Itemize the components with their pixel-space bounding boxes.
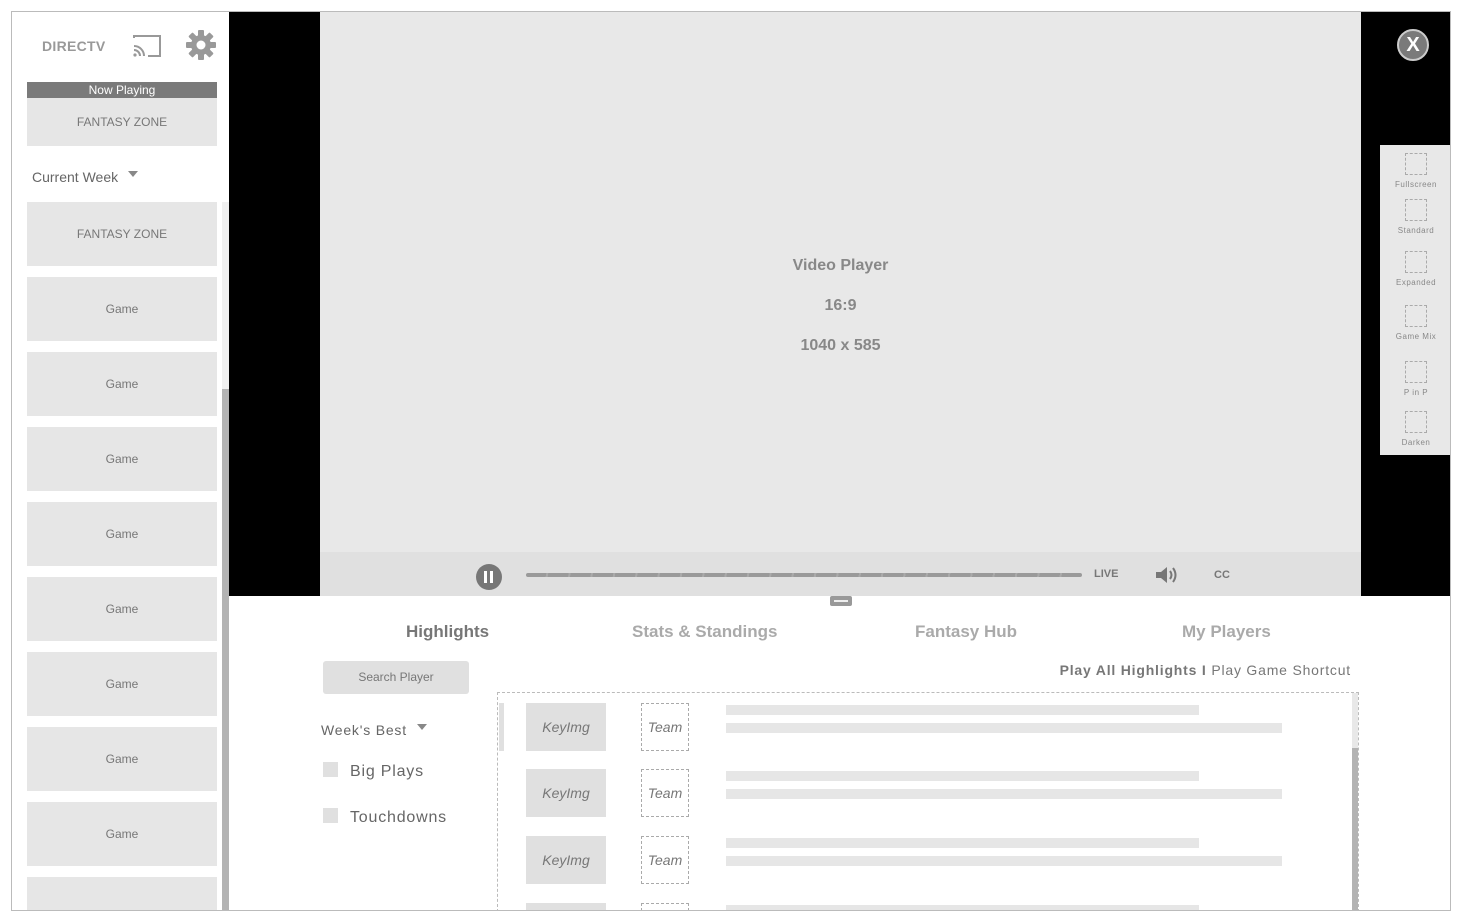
key-image: KeyImg [526, 769, 606, 817]
mode-standard[interactable]: Standard [1380, 199, 1450, 235]
text-placeholder [726, 705, 1199, 715]
weeks-best-label: Week's Best [321, 722, 407, 738]
gear-icon[interactable] [185, 29, 217, 61]
tab-highlights[interactable]: Highlights [406, 622, 489, 642]
play-all-highlights-link[interactable]: Play All Highlights [1060, 662, 1198, 678]
filter-big-plays[interactable]: Big Plays [323, 762, 424, 781]
live-button[interactable]: LIVE [1094, 568, 1118, 580]
text-placeholder [726, 905, 1199, 910]
list-item[interactable]: KeyImg Team [498, 836, 1348, 886]
mode-label: Darken [1401, 438, 1431, 447]
sidebar-scroll-thumb[interactable] [222, 389, 229, 910]
team-logo: Team [641, 703, 689, 751]
text-placeholder [726, 723, 1282, 733]
link-separator: I [1201, 662, 1207, 678]
view-mode-rail: Fullscreen Standard Expanded Game Mix P … [1380, 145, 1450, 455]
chevron-down-icon [128, 171, 139, 178]
results-scrollbar[interactable] [1352, 693, 1358, 910]
mode-label: Standard [1397, 226, 1435, 235]
app-frame: DIRECTV Now Playing FANTASY ZONE Current… [11, 11, 1451, 911]
brand-logo: DIRECTV [42, 38, 106, 54]
fullscreen-icon [1405, 153, 1427, 175]
checkbox[interactable] [323, 808, 338, 824]
mode-label: P in P [1403, 388, 1429, 397]
play-game-shortcut-link[interactable]: Play Game Shortcut [1211, 662, 1351, 678]
checkbox-label: Touchdowns [350, 809, 447, 826]
game-tile[interactable]: Game [27, 502, 217, 566]
text-placeholder [726, 838, 1199, 848]
game-tile[interactable]: Game [27, 352, 217, 416]
key-image: KeyImg [526, 836, 606, 884]
sidebar: DIRECTV Now Playing FANTASY ZONE Current… [12, 12, 229, 910]
darken-icon [1405, 411, 1427, 433]
mode-pip[interactable]: P in P [1380, 361, 1450, 397]
team-logo [641, 903, 689, 910]
mode-label: Game Mix [1395, 332, 1437, 341]
mode-label: Fullscreen [1395, 180, 1437, 189]
video-title: Video Player [792, 257, 889, 274]
video-size: 1040 x 585 [800, 337, 881, 354]
cast-icon[interactable] [132, 34, 162, 58]
game-tile[interactable]: FANTASY ZONE [27, 202, 217, 266]
game-tile[interactable]: Game [27, 577, 217, 641]
game-tile[interactable]: Game [27, 652, 217, 716]
week-selector[interactable]: Current Week [32, 169, 139, 185]
text-placeholder [726, 789, 1282, 799]
game-list: FANTASY ZONE Game Game Game Game Game Ga… [27, 202, 217, 910]
highlight-results: KeyImg Team KeyImg Team KeyImg Team [497, 692, 1359, 910]
mode-expanded[interactable]: Expanded [1380, 251, 1450, 287]
checkbox[interactable] [323, 762, 338, 778]
game-tile[interactable]: Game [27, 727, 217, 791]
key-image [526, 903, 606, 910]
text-placeholder [726, 856, 1282, 866]
now-playing-tile[interactable]: FANTASY ZONE [27, 98, 217, 146]
chevron-down-icon [416, 724, 427, 731]
checkbox-label: Big Plays [350, 763, 424, 780]
volume-icon[interactable] [1154, 564, 1178, 586]
list-item[interactable]: KeyImg Team [498, 703, 1348, 753]
expanded-icon [1405, 251, 1427, 273]
now-playing-label: Now Playing [27, 82, 217, 98]
list-item[interactable]: KeyImg Team [498, 769, 1348, 819]
game-mix-icon [1405, 305, 1427, 327]
closed-caption-button[interactable]: CC [1214, 569, 1230, 581]
weeks-best-dropdown[interactable]: Week's Best [321, 722, 427, 738]
game-tile[interactable]: Game [27, 427, 217, 491]
search-player-button[interactable]: Search Player [323, 661, 469, 694]
pause-button[interactable] [476, 564, 502, 590]
progress-bar[interactable] [526, 573, 1082, 577]
game-tile[interactable]: Game [27, 802, 217, 866]
sidebar-scrollbar[interactable] [222, 202, 229, 910]
video-player[interactable]: Video Player 16:9 1040 x 585 LIVE CC [320, 12, 1361, 596]
game-tile[interactable]: Game [27, 277, 217, 341]
standard-icon [1405, 199, 1427, 221]
team-logo: Team [641, 836, 689, 884]
video-ratio: 16:9 [824, 297, 857, 314]
mode-darken[interactable]: Darken [1380, 411, 1450, 447]
mode-game-mix[interactable]: Game Mix [1380, 305, 1450, 341]
panel-drag-handle[interactable] [830, 596, 852, 606]
highlight-links: Play All Highlights I Play Game Shortcut [1060, 662, 1351, 678]
game-tile[interactable] [27, 877, 217, 910]
team-logo: Team [641, 769, 689, 817]
tab-stats-standings[interactable]: Stats & Standings [632, 622, 777, 642]
results-scroll-thumb[interactable] [1352, 748, 1358, 910]
list-item[interactable] [498, 903, 1348, 910]
mode-fullscreen[interactable]: Fullscreen [1380, 153, 1450, 189]
mode-label: Expanded [1395, 278, 1437, 287]
close-button[interactable]: X [1397, 29, 1429, 61]
filter-touchdowns[interactable]: Touchdowns [323, 808, 447, 827]
pip-icon [1405, 361, 1427, 383]
video-controls: LIVE CC [320, 552, 1361, 596]
week-selector-label: Current Week [32, 169, 119, 185]
tab-my-players[interactable]: My Players [1182, 622, 1271, 642]
text-placeholder [726, 771, 1199, 781]
tab-fantasy-hub[interactable]: Fantasy Hub [915, 622, 1017, 642]
key-image: KeyImg [526, 703, 606, 751]
